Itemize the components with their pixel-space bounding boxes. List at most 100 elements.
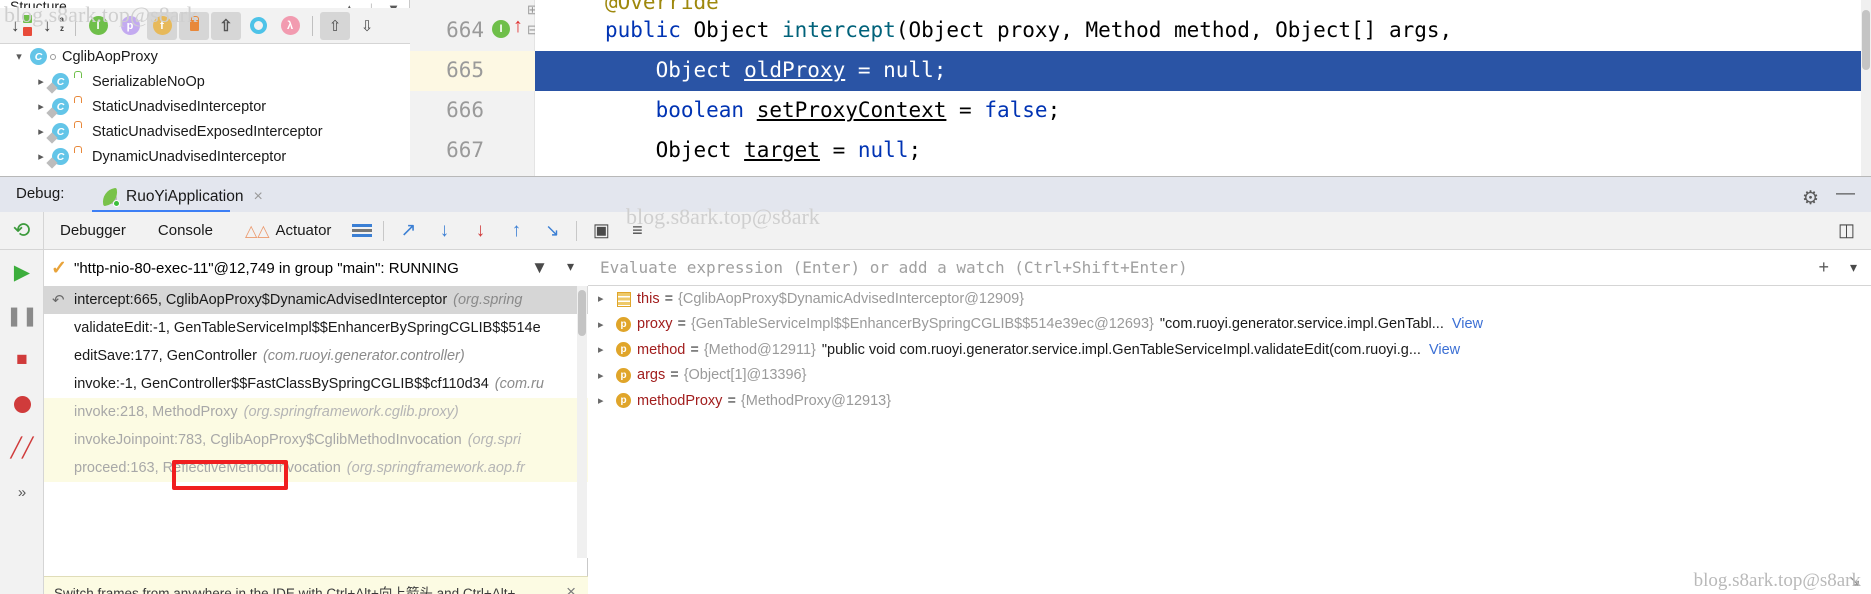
frames-scrollbar[interactable]: [577, 286, 587, 558]
chevron-right-icon[interactable]: ▸: [598, 369, 616, 382]
tree-item-dynamicunadvisedinterceptor[interactable]: ▸ C DynamicUnadvisedInterceptor: [0, 144, 410, 169]
structure-toolbar: ↓ ↓ a z I p f ⇧ λ ⇧ ⇩: [0, 8, 410, 44]
tree-item-label: CglibAopProxy: [62, 48, 158, 65]
frame-icon: ↶: [52, 292, 65, 309]
view-link[interactable]: View: [1452, 316, 1483, 332]
variable-row-args[interactable]: ▸ p args = {Object[1]@13396}: [588, 363, 1871, 389]
frame-row-invoke-fastclass[interactable]: invoke:-1, GenController$$FastClassBySpr…: [44, 370, 588, 398]
show-fields-icon[interactable]: f: [147, 11, 177, 40]
rerun-button[interactable]: ⟲: [0, 211, 44, 250]
chevron-right-icon[interactable]: ▸: [598, 394, 616, 407]
tree-item-staticunadvisedinterceptor[interactable]: ▸ C StaticUnadvisedInterceptor: [0, 94, 410, 119]
editor-gutter[interactable]: 664 I ↑ 665 666 667 ⊞ ⊟: [410, 0, 538, 176]
frames-list[interactable]: ↶ intercept:665, CglibAopProxy$DynamicAd…: [44, 286, 588, 558]
layout-settings-icon[interactable]: [347, 218, 377, 244]
frame-row-invokejoinpoint[interactable]: invokeJoinpoint:783, CglibAopProxy$Cglib…: [44, 426, 588, 454]
structure-tree[interactable]: ▾ C CglibAopProxy ▸ C SerializableNoOp ▸…: [0, 44, 410, 176]
step-over-icon[interactable]: ↓: [426, 218, 462, 244]
expand-column-icon[interactable]: »: [0, 470, 44, 514]
variable-row-methodproxy[interactable]: ▸ p methodProxy = {MethodProxy@12913}: [588, 388, 1871, 414]
group-methods-icon[interactable]: ⇧: [211, 11, 241, 40]
frame-row-proceed[interactable]: proceed:163, ReflectiveMethodInvocation …: [44, 454, 588, 482]
show-anonymous-icon[interactable]: [243, 12, 273, 40]
resume-program-icon[interactable]: ▶: [0, 250, 44, 294]
tree-item-cglibaopproxy[interactable]: ▾ C CglibAopProxy: [0, 44, 410, 69]
editor-code-area[interactable]: @Override public Object intercept(Object…: [591, 0, 1871, 176]
frame-row-validateedit[interactable]: validateEdit:-1, GenTableServiceImpl$$En…: [44, 314, 588, 342]
collapse-icon[interactable]: ↘: [1848, 571, 1861, 591]
chevron-down-icon[interactable]: ▾: [1850, 259, 1857, 276]
inner-class-icon: C: [52, 148, 69, 165]
pause-program-icon[interactable]: ❚❚: [0, 294, 44, 338]
view-breakpoints-icon[interactable]: [0, 382, 44, 426]
stop-icon[interactable]: ■: [0, 338, 44, 382]
frames-pane: ✓ "http-nio-80-exec-11"@12,749 in group …: [44, 250, 588, 594]
visibility-icon: [72, 125, 86, 138]
variable-row-method[interactable]: ▸ p method = {Method@12911} "public void…: [588, 337, 1871, 363]
variable-name: this: [637, 290, 660, 307]
thread-selector[interactable]: ✓ "http-nio-80-exec-11"@12,749 in group …: [44, 250, 588, 286]
chevron-right-icon[interactable]: ▸: [598, 292, 616, 305]
expand-all-icon[interactable]: ⇧: [320, 11, 350, 40]
variables-list[interactable]: ▸ this = {CglibAopProxy$DynamicAdvisedIn…: [588, 286, 1871, 594]
chevron-down-icon[interactable]: ▾: [567, 258, 574, 275]
step-out-icon[interactable]: ↑: [498, 218, 534, 244]
close-icon[interactable]: ×: [253, 188, 262, 206]
frame-row-invoke-methodproxy[interactable]: invoke:218, MethodProxy (org.springframe…: [44, 398, 588, 426]
show-inherited-icon[interactable]: I: [83, 12, 113, 40]
editor-scrollbar[interactable]: [1861, 0, 1871, 176]
tab-console[interactable]: Console: [142, 212, 229, 250]
chevron-down-icon[interactable]: ▾: [8, 50, 30, 63]
toolbar-separator-2: [312, 15, 313, 36]
code-line-664: public Object intercept(Object proxy, Me…: [605, 18, 1453, 42]
variable-row-proxy[interactable]: ▸ p proxy = {GenTableServiceImpl$$Enhanc…: [588, 312, 1871, 338]
frame-row-intercept[interactable]: ↶ intercept:665, CglibAopProxy$DynamicAd…: [44, 286, 588, 314]
force-step-into-icon[interactable]: ↘: [534, 218, 570, 244]
show-properties-icon[interactable]: p: [115, 12, 145, 40]
sort-alphabetically-icon[interactable]: ↓ a z: [38, 12, 68, 40]
tree-item-serializablenoop[interactable]: ▸ C SerializableNoOp: [0, 69, 410, 94]
ide-window: Structure — ▲ | ▼ ↓ ↓az I p: [0, 0, 1871, 594]
mute-breakpoints-icon[interactable]: ╱╱: [0, 426, 44, 470]
hide-icon[interactable]: —: [1836, 183, 1855, 205]
show-non-public-icon[interactable]: [179, 11, 209, 40]
run-configuration-tab[interactable]: RuoYiApplication ×: [92, 182, 273, 212]
gear-icon[interactable]: ⚙: [1802, 187, 1819, 210]
frame-method: intercept:665,: [74, 292, 162, 308]
field-icon: [616, 291, 631, 308]
method-override-arrow-icon[interactable]: ↑: [513, 16, 523, 36]
evaluate-input-placeholder[interactable]: Evaluate expression (Enter) or add a wat…: [600, 258, 1188, 277]
parameter-icon: p: [616, 367, 631, 383]
view-link[interactable]: View: [1429, 342, 1460, 358]
chevron-right-icon[interactable]: ▸: [598, 318, 616, 331]
frame-package: (org.spring: [453, 292, 523, 308]
chevron-right-icon[interactable]: ▸: [598, 343, 616, 356]
evaluate-expression-bar[interactable]: Evaluate expression (Enter) or add a wat…: [588, 250, 1871, 286]
sort-by-visibility-icon[interactable]: ↓: [6, 12, 36, 40]
frame-package: (org.springframework.cglib.proxy): [243, 404, 459, 420]
variable-row-this[interactable]: ▸ this = {CglibAopProxy$DynamicAdvisedIn…: [588, 286, 1871, 312]
frames-thread-row[interactable]: ✓ "http-nio-80-exec-11"@12,749 in group …: [44, 250, 588, 286]
variable-name: args: [637, 367, 666, 384]
restore-layout-icon[interactable]: ◫: [1838, 220, 1855, 241]
class-icon: C: [30, 48, 47, 65]
add-watch-icon[interactable]: +: [1818, 257, 1829, 278]
tab-debugger[interactable]: Debugger: [44, 212, 142, 250]
collapse-all-icon[interactable]: ⇩: [352, 12, 382, 40]
show-lambdas-icon[interactable]: λ: [275, 12, 305, 40]
close-icon[interactable]: ×: [566, 582, 576, 594]
step-into-icon[interactable]: ↓: [462, 218, 498, 244]
code-line-annotation: @Override: [605, 0, 719, 14]
settings-list-icon[interactable]: ≡: [619, 218, 655, 244]
frame-package: (org.spri: [467, 432, 521, 448]
frame-class: CglibAopProxy$CglibMethodInvocation: [210, 432, 462, 448]
tree-item-label: StaticUnadvisedExposedInterceptor: [92, 123, 323, 140]
filter-icon[interactable]: ▼: [531, 258, 548, 278]
tab-actuator[interactable]: △△ Actuator: [229, 212, 347, 250]
evaluate-expression-icon[interactable]: ▣: [583, 218, 619, 244]
show-execution-point-icon[interactable]: ↗: [390, 218, 426, 244]
frame-row-editsave[interactable]: editSave:177, GenController (com.ruoyi.g…: [44, 342, 588, 370]
visibility-icon: [72, 100, 86, 113]
tree-item-staticunadvisedexposedinterceptor[interactable]: ▸ C StaticUnadvisedExposedInterceptor: [0, 119, 410, 144]
debug-tool-window: Debug: RuoYiApplication × ⚙ — ⟲ Debugger…: [0, 176, 1871, 594]
